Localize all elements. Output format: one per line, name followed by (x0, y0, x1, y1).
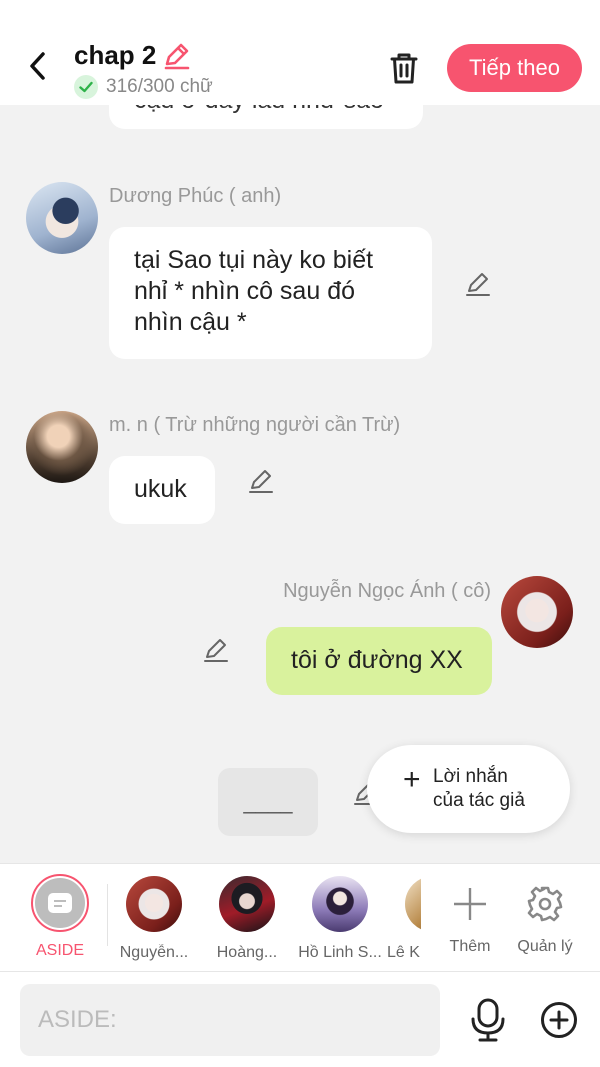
avatar[interactable] (501, 576, 573, 648)
manage-label: Quản lý (517, 938, 573, 955)
sender-name: Dương Phúc ( anh) (109, 185, 282, 207)
character-item[interactable]: Hoàng... (201, 874, 293, 962)
avatar (219, 876, 275, 932)
character-aside[interactable]: ASIDE (14, 874, 106, 960)
word-count: 316/300 chữ (106, 76, 213, 97)
sender-name: m. n ( Trừ những người cần Trừ) (109, 414, 401, 436)
message-text: tôi ở đường XX (291, 646, 463, 674)
gear-icon (527, 886, 563, 922)
character-name: Nguyễn... (119, 944, 189, 961)
avatar (126, 876, 182, 932)
character-name: ASIDE (35, 942, 84, 959)
author-note-label: Lời nhắn của tác giả (433, 765, 525, 813)
character-name: Lê K (387, 944, 420, 961)
avatar (312, 876, 368, 932)
chapter-title-block: chap 2 316/300 chữ (74, 40, 213, 99)
chevron-left-icon (30, 52, 45, 80)
chapter-title-row[interactable]: chap 2 (74, 40, 213, 71)
draft-message-box[interactable]: ____ (218, 768, 318, 836)
author-note-line-2: của tác giả (433, 790, 525, 811)
aside-avatar (31, 874, 89, 932)
message-text: tại Sao tụi này ko biết nhỉ * nhìn cô sa… (134, 246, 374, 336)
back-button[interactable] (20, 46, 54, 86)
next-button[interactable]: Tiếp theo (447, 44, 582, 92)
message-input[interactable] (20, 984, 440, 1056)
avatar[interactable] (26, 182, 98, 254)
avatar[interactable] (26, 411, 98, 483)
message-icon (48, 893, 72, 913)
character-bar: ASIDE Nguyễn... Hoàng... Hồ Linh S... Lê… (0, 863, 600, 971)
character-name: Hoàng... (216, 944, 278, 961)
character-item[interactable]: Hồ Linh S... (294, 874, 386, 962)
message-text: ukuk (134, 475, 187, 503)
manage-button[interactable]: Quản lý (499, 874, 591, 956)
input-bar (0, 971, 600, 1067)
character-item[interactable]: Lê K (387, 874, 421, 962)
edit-title-icon[interactable] (162, 42, 192, 70)
character-item[interactable]: Nguyễn... (108, 874, 200, 962)
plus-icon: + (403, 763, 421, 796)
message-bubble[interactable]: tôi ở đường XX (266, 627, 492, 695)
author-note-button[interactable]: + Lời nhắn của tác giả (367, 745, 570, 833)
check-icon (74, 75, 98, 99)
sender-name: Nguyễn Ngọc Ánh ( cô) (283, 580, 491, 602)
plus-icon (454, 888, 486, 920)
message-text: cậu ở đây lâu như sao (134, 105, 384, 114)
add-circle-icon[interactable] (540, 1001, 578, 1039)
author-note-line-1: Lời nhắn (433, 766, 508, 787)
message-bubble[interactable]: cậu ở đây lâu như sao (109, 105, 423, 129)
top-bar: chap 2 316/300 chữ Tiếp theo (0, 0, 600, 105)
message-bubble[interactable]: ukuk (109, 456, 215, 524)
trash-icon (390, 53, 418, 84)
edit-message-icon[interactable] (464, 271, 492, 299)
character-name: Hồ Linh S... (298, 944, 382, 961)
avatar (405, 876, 421, 932)
message-bubble[interactable]: tại Sao tụi này ko biết nhỉ * nhìn cô sa… (109, 227, 432, 359)
chapter-title: chap 2 (74, 40, 157, 70)
word-count-row: 316/300 chữ (74, 75, 213, 99)
edit-message-icon[interactable] (247, 468, 275, 496)
delete-button[interactable] (384, 48, 424, 88)
edit-message-icon[interactable] (202, 637, 230, 665)
microphone-icon[interactable] (468, 998, 508, 1042)
